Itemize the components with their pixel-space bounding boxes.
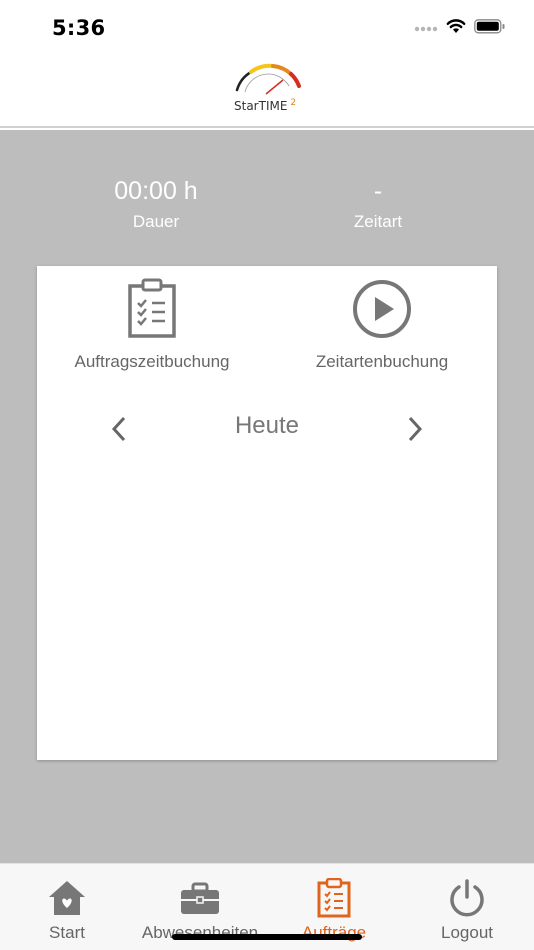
chevron-left-icon[interactable] (107, 414, 131, 444)
status-time: 5:36 (52, 16, 106, 40)
tab-orders-label: Aufträge (301, 923, 367, 942)
status-bar: 5:36 (0, 0, 534, 56)
briefcase-icon (181, 882, 219, 914)
current-date-label: Heute (234, 412, 300, 439)
tab-logout[interactable]: Logout (400, 878, 534, 943)
duration-value: 00:00 h (114, 177, 198, 205)
tab-start[interactable]: Start (0, 878, 134, 943)
time-type-summary: - Zeitart (318, 176, 438, 232)
date-navigator: Heute (37, 406, 497, 450)
duration-label: Dauer (132, 212, 180, 231)
order-time-booking-label: Auftragszeitbuchung (74, 352, 230, 371)
battery-icon (474, 19, 505, 34)
time-type-label: Zeitart (353, 212, 403, 231)
speedometer-logo-icon (235, 63, 301, 95)
app-header: StarTIME 2 (0, 56, 534, 128)
power-icon (450, 879, 484, 917)
booking-card: Auftragszeitbuchung Zeitartenbuchung Heu… (37, 266, 497, 760)
clipboard-checklist-icon (128, 278, 176, 338)
wifi-icon (446, 19, 466, 33)
chevron-right-icon[interactable] (403, 414, 427, 444)
main-content: 00:00 h Dauer - Zeitart Auftragszeitbuch… (0, 130, 534, 863)
tab-absences-label: Abwesenheiten (141, 923, 259, 942)
clipboard-icon (317, 878, 351, 918)
time-type-value: - (373, 177, 383, 205)
home-icon (49, 881, 85, 915)
tab-logout-label: Logout (441, 923, 493, 942)
startime-logo: StarTIME 2 (231, 60, 305, 118)
play-circle-icon (353, 280, 411, 338)
duration-summary: 00:00 h Dauer (96, 176, 216, 232)
logo-text: StarTIME 2 (234, 98, 297, 113)
signal-icon (414, 26, 438, 31)
home-indicator (172, 934, 362, 940)
status-icons (414, 19, 506, 34)
tab-start-label: Start (49, 923, 85, 942)
time-type-booking-label: Zeitartenbuchung (315, 352, 449, 371)
order-time-booking-button[interactable]: Auftragszeitbuchung (42, 278, 262, 372)
time-type-booking-button[interactable]: Zeitartenbuchung (272, 278, 492, 372)
